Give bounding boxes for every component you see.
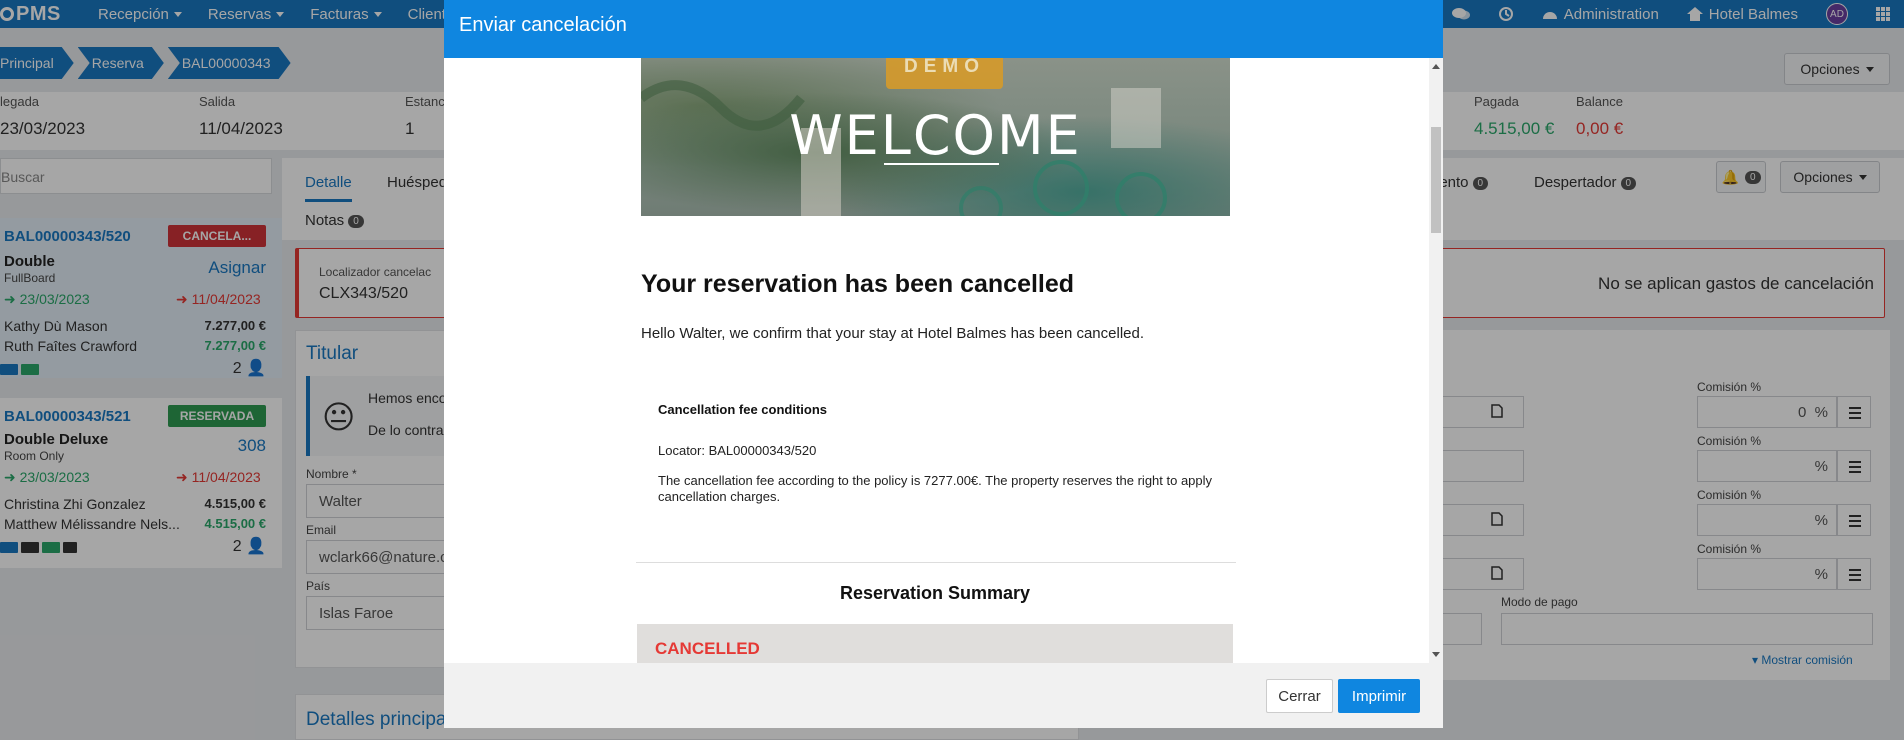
locator-text: Locator: BAL00000343/520 bbox=[658, 443, 817, 458]
scroll-up-arrow-icon[interactable] bbox=[1432, 64, 1440, 69]
email-preview: WELCOME DEMO Your reservation has been c… bbox=[444, 58, 1443, 663]
modal-footer: Cerrar Imprimir bbox=[444, 663, 1443, 728]
cancelled-label: CANCELLED bbox=[655, 639, 760, 658]
scroll-down-arrow-icon[interactable] bbox=[1432, 652, 1440, 657]
email-greeting: Hello Walter, we confirm that your stay … bbox=[641, 325, 1145, 342]
email-heading: Your reservation has been cancelled bbox=[641, 270, 1075, 298]
send-cancellation-modal: Enviar cancelación WELCOME DEMO Your res… bbox=[444, 0, 1443, 728]
close-button[interactable]: Cerrar bbox=[1266, 679, 1333, 713]
welcome-underline bbox=[884, 163, 999, 165]
welcome-heading: WELCOME bbox=[789, 104, 1082, 167]
scrollbar[interactable] bbox=[1429, 58, 1443, 663]
print-button[interactable]: Imprimir bbox=[1338, 679, 1420, 713]
modal-title: Enviar cancelación bbox=[444, 0, 1443, 58]
summary-status-box: CANCELLED bbox=[637, 624, 1233, 663]
demo-badge: DEMO bbox=[886, 58, 1003, 89]
policy-text: The cancellation fee according to the po… bbox=[658, 473, 1213, 504]
fee-conditions-title: Cancellation fee conditions bbox=[658, 402, 828, 417]
divider bbox=[636, 562, 1236, 563]
summary-title: Reservation Summary bbox=[839, 583, 1031, 603]
scrollbar-thumb[interactable] bbox=[1431, 127, 1441, 233]
